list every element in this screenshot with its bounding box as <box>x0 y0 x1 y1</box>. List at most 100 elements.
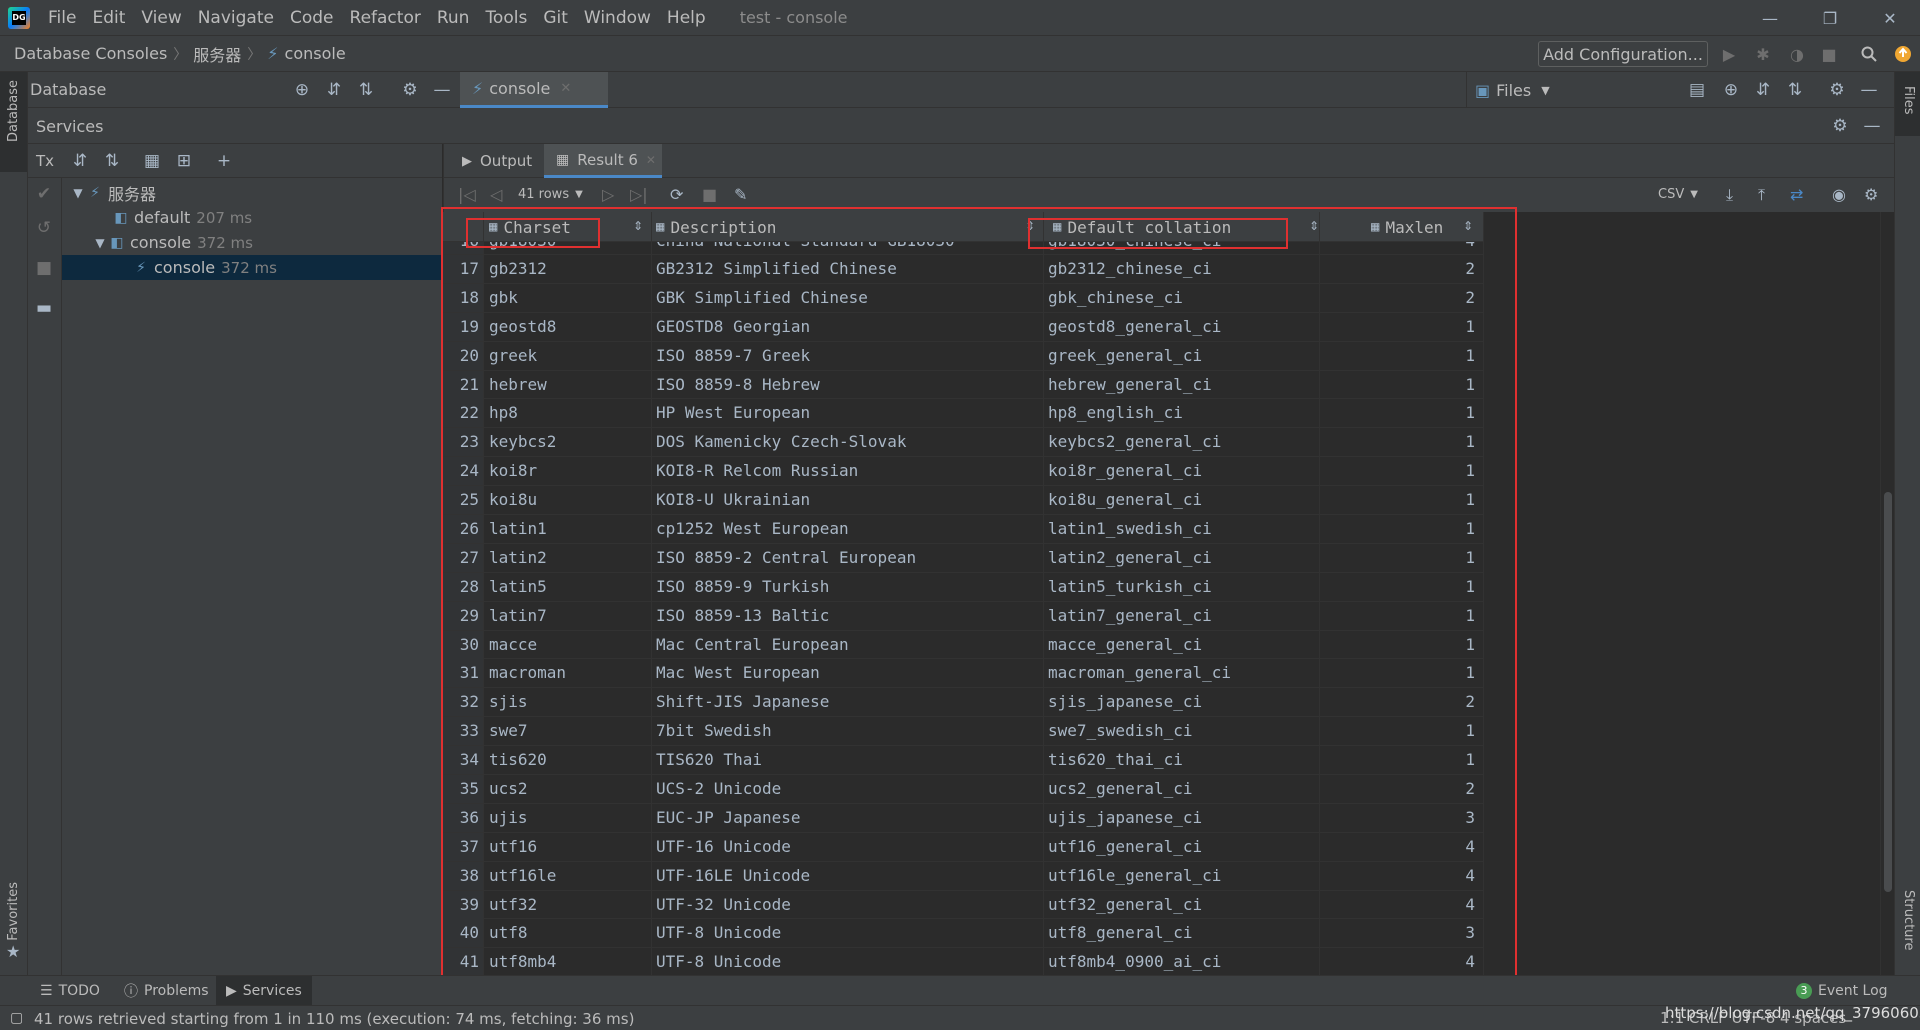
database-stripe-button[interactable]: Database <box>0 72 27 172</box>
gear-icon[interactable]: ⚙ <box>1825 78 1849 102</box>
restore-button[interactable]: ❐ <box>1800 0 1860 36</box>
menu-help[interactable]: Help <box>659 8 714 28</box>
menu-tools[interactable]: Tools <box>477 8 535 28</box>
expand-all-icon[interactable]: ⇵ <box>1751 78 1775 102</box>
tree-node-default[interactable]: ◧ default 207 ms <box>62 205 442 230</box>
run-icon[interactable]: ▶ <box>1718 43 1740 65</box>
first-page-icon[interactable]: |◁ <box>458 185 476 204</box>
files-dropdown[interactable]: ▣ Files ▼ <box>1475 81 1550 100</box>
hide-icon[interactable]: — <box>1860 114 1884 138</box>
files-stripe-button[interactable]: Files <box>1895 72 1920 136</box>
locate-icon[interactable]: ⊕ <box>290 78 314 102</box>
window-title: test - console <box>739 8 848 27</box>
gear-icon[interactable]: ⚙ <box>1864 185 1878 204</box>
menu-view[interactable]: View <box>133 8 189 28</box>
rollback-icon[interactable]: ↺ <box>32 216 56 240</box>
menu-window[interactable]: Window <box>576 8 659 28</box>
console-icon: ⚡ <box>90 184 100 201</box>
tab-output[interactable]: ▶ Output <box>462 144 532 178</box>
expand-all-icon[interactable]: ⇵ <box>68 149 92 173</box>
previous-page-icon[interactable]: ◁ <box>490 185 502 204</box>
collapse-all-icon[interactable]: ⇅ <box>1783 78 1807 102</box>
list-icon: ☰ <box>40 983 53 999</box>
menu-file[interactable]: File <box>40 8 84 28</box>
breadcrumb-separator: 〉 <box>173 46 188 63</box>
watermark: https://blog.csdn.net/qq_37960603 <box>1665 1004 1920 1022</box>
view-icon[interactable]: ◉ <box>1832 185 1846 204</box>
upload-icon[interactable]: ⤒ <box>1758 185 1765 205</box>
commit-icon[interactable]: ✔ <box>32 182 56 206</box>
event-count-badge: 3 <box>1796 983 1812 999</box>
debug-icon[interactable]: ✱ <box>1752 43 1774 65</box>
layout-icon[interactable]: ▢ <box>10 1010 23 1026</box>
close-tab-icon[interactable]: ✕ <box>560 81 571 96</box>
breadcrumb-database-consoles[interactable]: Database Consoles <box>8 44 173 63</box>
menu-edit[interactable]: Edit <box>84 8 133 28</box>
tab-todo[interactable]: ☰ TODO <box>40 976 100 1006</box>
transaction-mode-button[interactable]: Tx <box>36 152 54 170</box>
breadcrumb-console[interactable]: console <box>279 44 352 63</box>
last-page-icon[interactable]: ▷| <box>630 185 648 204</box>
hide-icon[interactable]: — <box>1857 78 1881 102</box>
filter-icon[interactable]: ⊞ <box>172 149 196 173</box>
tree-node-label: console <box>130 233 192 252</box>
menu-code[interactable]: Code <box>282 8 342 28</box>
window-controls: — ❐ ✕ <box>1740 0 1920 36</box>
expand-all-icon[interactable]: ⇵ <box>322 78 346 102</box>
stop-icon[interactable]: ■ <box>32 256 56 280</box>
right-tool-stripe: Files Structure <box>1894 72 1920 975</box>
collapse-all-icon[interactable]: ⇅ <box>100 149 124 173</box>
minimize-button[interactable]: — <box>1740 0 1800 36</box>
gear-icon[interactable]: ⚙ <box>398 78 422 102</box>
tree-node-server[interactable]: ▼ ⚡ 服务器 <box>62 180 442 205</box>
refresh-icon[interactable]: ⟳ <box>670 185 683 204</box>
chevron-down-icon[interactable]: ▼ <box>70 186 86 200</box>
cancel-icon[interactable]: ■ <box>702 185 717 204</box>
menu-run[interactable]: Run <box>429 8 478 28</box>
structure-stripe-label[interactable]: Structure <box>1901 890 1916 950</box>
highlight-box-charset <box>466 218 600 248</box>
download-icon[interactable]: ⤓ <box>1726 185 1733 205</box>
gear-icon[interactable]: ⚙ <box>1828 114 1852 138</box>
tree-node-label: 服务器 <box>108 184 157 204</box>
menu-git[interactable]: Git <box>535 8 576 28</box>
search-icon[interactable] <box>1858 43 1880 65</box>
coverage-icon[interactable]: ◑ <box>1786 43 1808 65</box>
add-icon[interactable]: + <box>212 149 236 173</box>
layout-icon[interactable]: ▬ <box>32 296 56 320</box>
scrollbar-thumb[interactable] <box>1884 492 1892 892</box>
folder-icon: ▣ <box>1475 81 1491 100</box>
pin-icon[interactable]: ✎ <box>734 185 747 204</box>
open-folder-icon[interactable]: ▤ <box>1685 78 1709 102</box>
favorites-stripe-label[interactable]: Favorites <box>6 882 21 941</box>
export-format-dropdown[interactable]: CSV ▼ <box>1658 187 1698 202</box>
menu-refactor[interactable]: Refactor <box>342 8 429 28</box>
chevron-down-icon[interactable]: ▼ <box>92 236 108 250</box>
close-window-button[interactable]: ✕ <box>1860 0 1920 36</box>
breadcrumb-server[interactable]: 服务器 <box>187 42 247 66</box>
group-icon[interactable]: ▦ <box>140 149 164 173</box>
menu-bar: DG File Edit View Navigate Code Refactor… <box>0 0 1920 36</box>
tab-console[interactable]: ⚡ console ✕ <box>460 72 608 108</box>
tree-node-console[interactable]: ⚡ console 372 ms <box>62 255 442 280</box>
close-tab-icon[interactable]: ✕ <box>646 153 656 167</box>
menu-navigate[interactable]: Navigate <box>190 8 282 28</box>
services-toolbar: Tx ⇵ ⇅ ▦ ⊞ + <box>28 144 442 178</box>
tab-problems[interactable]: ⓘ Problems <box>124 976 209 1006</box>
stop-icon[interactable]: ■ <box>1818 43 1840 65</box>
add-configuration-button[interactable]: Add Configuration... <box>1538 41 1708 67</box>
tab-result[interactable]: ▦ Result 6 ✕ <box>544 144 662 178</box>
locate-icon[interactable]: ⊕ <box>1719 78 1743 102</box>
collapse-all-icon[interactable]: ⇅ <box>354 78 378 102</box>
tree-node-console-session[interactable]: ▼ ◧ console 372 ms <box>62 230 442 255</box>
export-format-label: CSV <box>1658 187 1685 202</box>
tab-services[interactable]: ▶ Services <box>216 976 312 1006</box>
update-icon[interactable] <box>1892 43 1914 65</box>
next-page-icon[interactable]: ▷ <box>602 185 614 204</box>
hide-icon[interactable]: — <box>430 78 454 102</box>
database-title: Database <box>30 80 107 99</box>
rows-count-dropdown[interactable]: 41 rows ▼ <box>518 187 583 202</box>
compare-icon[interactable]: ⇄ <box>1790 185 1803 204</box>
vertical-scrollbar[interactable] <box>1880 212 1894 975</box>
tab-event-log[interactable]: 3 Event Log <box>1796 976 1888 1006</box>
